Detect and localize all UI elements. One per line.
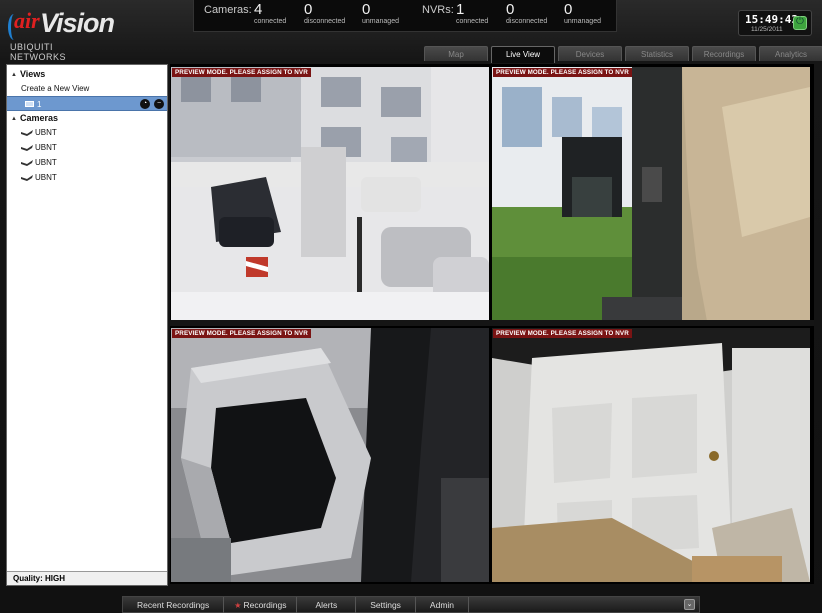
recordings-button-label: Recordings [243, 600, 287, 610]
cameras-heading-label: Cameras [19, 113, 58, 123]
clock-widget: 15:49:43 11/25/2011 [738, 10, 812, 36]
cameras-unmanaged-stat: 0 unmanaged [362, 2, 422, 25]
remove-view-icon[interactable]: − [154, 99, 164, 109]
cameras-disconnected-count: 0 [304, 1, 313, 18]
camera-icon [21, 175, 33, 181]
camera-item[interactable]: UBNT [7, 125, 167, 140]
camera-item[interactable]: UBNT [7, 155, 167, 170]
collapse-icon[interactable]: ⌄ [684, 599, 695, 610]
tab-devices[interactable]: Devices [558, 46, 622, 61]
cameras-heading[interactable]: ▲ Cameras [7, 111, 167, 125]
grid-divider [170, 320, 814, 326]
camera-feed-1[interactable]: PREVIEW MODE. PLEASE ASSIGN TO NVR [171, 67, 489, 321]
quality-indicator[interactable]: Quality: HIGH [7, 571, 167, 585]
cameras-unmanaged-count: 0 [362, 1, 371, 18]
clock-time: 15:49:43 [745, 13, 798, 26]
clock-date: 11/25/2011 [751, 26, 783, 33]
nvrs-unmanaged-count: 0 [564, 1, 573, 18]
cameras-disconnected-label: disconnected [304, 18, 346, 25]
view-item-label: 1 [37, 100, 42, 109]
nvrs-disconnected-label: disconnected [506, 18, 548, 25]
camera-icon [21, 145, 33, 151]
camera-label: UBNT [35, 158, 57, 167]
preview-banner: PREVIEW MODE. PLEASE ASSIGN TO NVR [493, 68, 632, 77]
main-tabs: Map Live View Devices Statistics Recordi… [424, 46, 822, 63]
expand-triangle-icon: ▲ [11, 72, 17, 78]
camera-feed-image [492, 67, 810, 321]
camera-item[interactable]: UBNT [7, 140, 167, 155]
preview-banner: PREVIEW MODE. PLEASE ASSIGN TO NVR [493, 329, 632, 338]
camera-feed-4[interactable]: PREVIEW MODE. PLEASE ASSIGN TO NVR [492, 328, 810, 582]
edit-view-icon[interactable]: ◔ [140, 99, 150, 109]
sidebar: ▲ Views Create a New View 1 ◔ − ▲ Cameras … [6, 64, 168, 586]
camera-item[interactable]: UBNT [7, 170, 167, 185]
views-heading-label: Views [19, 69, 46, 79]
expand-triangle-icon: ▲ [11, 116, 17, 122]
tab-map[interactable]: Map [424, 46, 488, 61]
logo-subtitle: UBIQUITI NETWORKS [10, 42, 67, 62]
tab-recordings[interactable]: Recordings [692, 46, 756, 61]
camera-label: UBNT [35, 128, 57, 137]
live-view-grid: PREVIEW MODE. PLEASE ASSIGN TO NVR PREVI… [170, 64, 814, 584]
camera-icon [21, 130, 33, 136]
views-heading[interactable]: ▲ Views [7, 67, 167, 81]
nvrs-unmanaged-label: unmanaged [564, 18, 601, 25]
cameras-unmanaged-label: unmanaged [362, 18, 399, 25]
bottom-bar: Recent Recordings ★ Recordings Alerts Set… [122, 596, 700, 613]
recent-recordings-button[interactable]: Recent Recordings [123, 597, 225, 613]
nvrs-disconnected-count: 0 [506, 1, 515, 18]
camera-feed-image [171, 67, 489, 321]
cameras-label: Cameras: [204, 4, 252, 16]
logo-air: air [14, 8, 40, 33]
camera-feed-image [171, 328, 489, 582]
airvision-logo: air Vision UBIQUITI NETWORKS [6, 6, 115, 62]
airvision-app: air Vision UBIQUITI NETWORKS Cameras: 4 … [0, 0, 822, 613]
cameras-disconnected-stat: 0 disconnected [304, 2, 364, 25]
view-item-1[interactable]: 1 ◔ − [7, 96, 167, 111]
nvrs-unmanaged-stat: 0 unmanaged [564, 2, 624, 25]
tab-analytics[interactable]: Analytics [759, 46, 822, 61]
power-icon[interactable] [793, 16, 807, 30]
tab-statistics[interactable]: Statistics [625, 46, 689, 61]
settings-button[interactable]: Settings [356, 597, 416, 613]
camera-label: UBNT [35, 143, 57, 152]
tab-live-view[interactable]: Live View [491, 46, 555, 63]
create-view-link[interactable]: Create a New View [7, 81, 167, 96]
camera-feed-2[interactable]: PREVIEW MODE. PLEASE ASSIGN TO NVR [492, 67, 810, 321]
preview-banner: PREVIEW MODE. PLEASE ASSIGN TO NVR [172, 329, 311, 338]
preview-banner: PREVIEW MODE. PLEASE ASSIGN TO NVR [172, 68, 311, 77]
view-icon [25, 101, 34, 107]
recordings-button[interactable]: ★ Recordings [224, 597, 298, 613]
admin-button[interactable]: Admin [416, 597, 470, 613]
camera-feed-3[interactable]: PREVIEW MODE. PLEASE ASSIGN TO NVR [171, 328, 489, 582]
camera-label: UBNT [35, 173, 57, 182]
nvrs-disconnected-stat: 0 disconnected [506, 2, 566, 25]
alerts-button[interactable]: Alerts [297, 597, 357, 613]
logo-vision: Vision [40, 8, 115, 38]
camera-feed-image [492, 328, 810, 582]
star-icon: ★ [234, 601, 242, 610]
camera-icon [21, 160, 33, 166]
status-panel: Cameras: 4 connected 0 disconnected 0 un… [193, 0, 617, 32]
nvrs-label: NVRs: [422, 4, 454, 16]
